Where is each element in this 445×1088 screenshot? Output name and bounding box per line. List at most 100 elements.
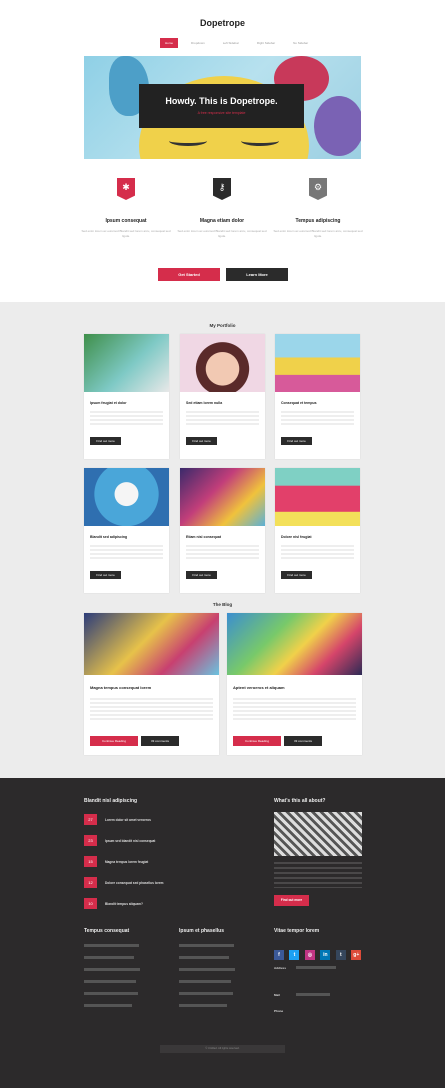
contact-heading: Vitae tempor lorem bbox=[274, 928, 320, 934]
portfolio-card-title[interactable]: Consequat et tempus bbox=[281, 401, 360, 405]
find-out-more-button[interactable]: Find out more bbox=[90, 437, 121, 445]
post-title[interactable]: Magna tempus lorem feugiat bbox=[105, 860, 148, 864]
find-out-more-button[interactable]: Find out more bbox=[274, 895, 309, 906]
portfolio-heading: My Portfolio bbox=[209, 323, 236, 328]
portfolio-card-title[interactable]: Sed etiam lorem nulla bbox=[186, 401, 265, 405]
feature-title: Magna etiam dolor bbox=[199, 218, 245, 224]
feature-text: Sed enim lorem ac euismod Blandit sed lo… bbox=[81, 229, 171, 238]
portfolio-image[interactable] bbox=[180, 334, 265, 392]
comments-button[interactable]: 33 comments bbox=[141, 736, 179, 746]
cog-icon: ⚙ bbox=[309, 178, 327, 200]
portfolio-card-text bbox=[90, 545, 163, 559]
feature-title: Tempus adipiscing bbox=[295, 218, 341, 224]
key-icon: ⚷ bbox=[213, 178, 231, 200]
portfolio-image[interactable] bbox=[180, 468, 265, 526]
site-logo[interactable]: Dopetrope bbox=[0, 18, 445, 28]
footer-link[interactable] bbox=[84, 992, 138, 995]
nav-item-home[interactable]: Home bbox=[160, 38, 179, 48]
footer-link[interactable] bbox=[84, 956, 134, 959]
gear-icon: ✱ bbox=[117, 178, 135, 200]
blog-post-title[interactable]: Magna tempus consequat lorem bbox=[90, 685, 219, 690]
recent-post: 10 Blandit tempus aliquam? bbox=[84, 898, 143, 909]
linkedin-icon[interactable]: in bbox=[320, 950, 331, 960]
footer-link[interactable] bbox=[179, 1004, 227, 1007]
blog-heading: The Blog bbox=[212, 602, 233, 607]
post-title[interactable]: Dolore consequat sed phasellus lorem bbox=[105, 881, 163, 885]
footer-link[interactable] bbox=[179, 944, 234, 947]
footer-link[interactable] bbox=[179, 992, 233, 995]
blog-image[interactable] bbox=[227, 613, 362, 675]
recent-post: 23 Ipsum sed blandit nisl consequat bbox=[84, 835, 155, 846]
mail-value[interactable] bbox=[296, 993, 330, 996]
portfolio-card-text bbox=[281, 411, 354, 425]
recent-post: 12 Dolore consequat sed phasellus lorem bbox=[84, 877, 163, 888]
blog-image[interactable] bbox=[84, 613, 219, 675]
portfolio-card-title[interactable]: Ipsum feugiat et dolor bbox=[90, 401, 169, 405]
find-out-more-button[interactable]: Find out more bbox=[186, 571, 217, 579]
find-out-more-button[interactable]: Find out more bbox=[186, 437, 217, 445]
dribbble-icon[interactable]: ◎ bbox=[304, 950, 315, 960]
feature-text: Sed enim lorem ac euismod Blandit sed lo… bbox=[177, 229, 267, 238]
get-started-button[interactable]: Get Started bbox=[158, 268, 220, 281]
post-date: 15 bbox=[84, 856, 97, 867]
links-heading: Tempus consequat bbox=[84, 928, 130, 934]
footer-link[interactable] bbox=[179, 956, 229, 959]
nav-item-left-sidebar[interactable]: Left Sidebar bbox=[218, 38, 244, 48]
find-out-more-button[interactable]: Find out more bbox=[90, 571, 121, 579]
continue-reading-button[interactable]: Continue Reading bbox=[90, 736, 138, 746]
hero-illustration-eyes bbox=[169, 136, 279, 150]
address-label: Address bbox=[274, 966, 287, 970]
nav-item-no-sidebar[interactable]: No Sidebar bbox=[288, 38, 313, 48]
mail-label: Mail bbox=[274, 993, 280, 997]
footer-link[interactable] bbox=[84, 1004, 132, 1007]
googleplus-icon[interactable]: g+ bbox=[351, 950, 362, 960]
facebook-icon[interactable]: f bbox=[274, 950, 284, 960]
blog-post-text bbox=[233, 698, 356, 722]
post-title[interactable]: Lorem dolor sit amet veroeros bbox=[105, 818, 151, 822]
footer-link[interactable] bbox=[84, 944, 139, 947]
hero-title: Howdy. This is Dopetrope. bbox=[165, 96, 278, 106]
comments-button[interactable]: 33 comments bbox=[284, 736, 322, 746]
portfolio-card-text bbox=[281, 545, 354, 559]
portfolio-image[interactable] bbox=[275, 468, 360, 526]
blog-post-text bbox=[90, 698, 213, 722]
footer-link[interactable] bbox=[84, 968, 140, 971]
footer-link[interactable] bbox=[179, 980, 231, 983]
feature-box: ✱ Ipsum consequat Sed enim lorem ac euis… bbox=[80, 178, 172, 239]
phone-label: Phone bbox=[274, 1009, 284, 1013]
recent-post: 15 Magna tempus lorem feugiat bbox=[84, 856, 148, 867]
hero-subtitle[interactable]: A free responsive site template bbox=[139, 111, 304, 115]
learn-more-button[interactable]: Learn More bbox=[226, 268, 288, 281]
feature-box: ⚙ Tempus adipiscing Sed enim lorem ac eu… bbox=[272, 178, 364, 239]
blog-post-title[interactable]: Aptent veroeros et aliquam bbox=[233, 685, 362, 690]
feature-text: Sed enim lorem ac euismod Blandit sed lo… bbox=[273, 229, 363, 238]
post-date: 23 bbox=[84, 835, 97, 846]
continue-reading-button[interactable]: Continue Reading bbox=[233, 736, 281, 746]
twitter-icon[interactable]: t bbox=[289, 950, 300, 960]
portfolio-card-text bbox=[90, 411, 163, 425]
find-out-more-button[interactable]: Find out more bbox=[281, 571, 312, 579]
footer-link[interactable] bbox=[179, 968, 235, 971]
footer-link[interactable] bbox=[84, 980, 136, 983]
hero-caption: Howdy. This is Dopetrope. A free respons… bbox=[139, 84, 304, 128]
portfolio-card-text bbox=[186, 545, 259, 559]
portfolio-card: Ipsum feugiat et dolor Find out more bbox=[84, 334, 169, 459]
portfolio-card-title[interactable]: Etiam nisl consequat bbox=[186, 535, 265, 539]
portfolio-card-title[interactable]: Dolore nisl feugiat bbox=[281, 535, 360, 539]
find-out-more-button[interactable]: Find out more bbox=[281, 437, 312, 445]
post-date: 12 bbox=[84, 877, 97, 888]
links-heading: Ipsum et phasellus bbox=[179, 928, 225, 934]
tumblr-icon[interactable]: t bbox=[335, 950, 346, 960]
portfolio-image[interactable] bbox=[84, 334, 169, 392]
portfolio-image[interactable] bbox=[84, 468, 169, 526]
post-date: 10 bbox=[84, 898, 97, 909]
nav-item-right-sidebar[interactable]: Right Sidebar bbox=[252, 38, 280, 48]
feature-box: ⚷ Magna etiam dolor Sed enim lorem ac eu… bbox=[176, 178, 268, 239]
nav-item-dropdown[interactable]: Dropdown bbox=[186, 38, 210, 48]
portfolio-card-title[interactable]: Blandit sed adipiscing bbox=[90, 535, 169, 539]
portfolio-image[interactable] bbox=[275, 334, 360, 392]
post-title[interactable]: Blandit tempus aliquam? bbox=[105, 902, 143, 906]
post-title[interactable]: Ipsum sed blandit nisl consequat bbox=[105, 839, 155, 843]
feature-title: Ipsum consequat bbox=[105, 218, 147, 224]
portfolio-card: Consequat et tempus Find out more bbox=[275, 334, 360, 459]
